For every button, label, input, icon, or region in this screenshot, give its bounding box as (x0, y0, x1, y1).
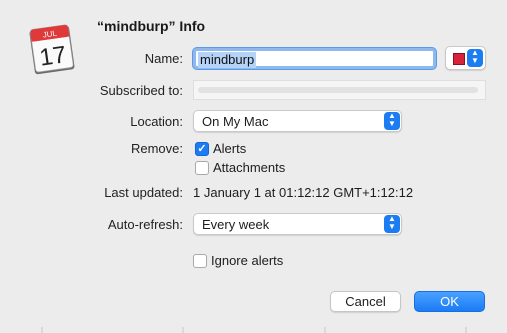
name-label: Name: (144, 51, 183, 66)
ok-button[interactable]: OK (414, 291, 485, 312)
calendar-icon: JUL 17 (29, 23, 76, 75)
chevron-updown-icon: ▲ ▼ (467, 49, 483, 67)
name-field[interactable]: mindburp (193, 48, 436, 69)
url-blurred (198, 87, 478, 93)
chevron-updown-icon: ▲ ▼ (384, 112, 400, 130)
autorefresh-value: Every week (202, 217, 270, 232)
name-value: mindburp (198, 52, 257, 68)
ignore-alerts-label: Ignore alerts (211, 253, 284, 268)
subscribed-label: Subscribed to: (99, 83, 183, 98)
background-window-edge (41, 327, 467, 333)
location-label: Location: (130, 114, 183, 129)
color-swatch (453, 53, 465, 65)
chevron-updown-icon: ▲ ▼ (384, 215, 400, 233)
last-updated-label: Last updated: (104, 185, 183, 200)
ignore-alerts-checkbox[interactable] (193, 254, 207, 268)
autorefresh-label: Auto-refresh: (107, 217, 183, 232)
cancel-button[interactable]: Cancel (330, 291, 401, 312)
alerts-checkbox-label: Alerts (213, 141, 247, 156)
attachments-checkbox-label: Attachments (213, 160, 286, 175)
subscription-url-field[interactable] (193, 80, 486, 100)
autorefresh-popup[interactable]: Every week ▲ ▼ (193, 213, 402, 235)
location-popup[interactable]: On My Mac ▲ ▼ (193, 110, 402, 132)
remove-label: Remove: (130, 141, 183, 156)
dialog-title: “mindburp” Info (97, 18, 206, 34)
attachments-checkbox[interactable] (195, 161, 209, 175)
color-popup-button[interactable]: ▲ ▼ (445, 46, 486, 70)
location-value: On My Mac (202, 114, 269, 129)
last-updated-value: 1 January 1 at 01:12:12 GMT+1:12:12 (193, 185, 414, 200)
alerts-checkbox[interactable]: ✓ (195, 142, 209, 156)
